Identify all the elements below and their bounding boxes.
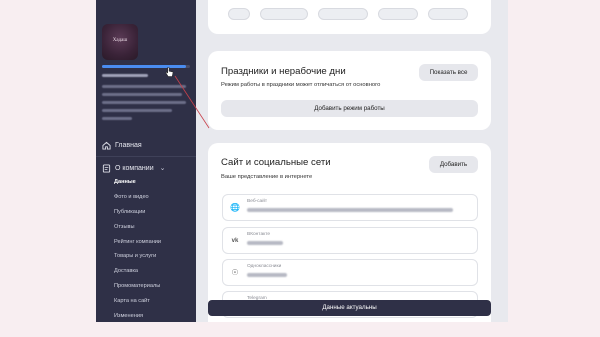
annotation-arrow	[174, 75, 210, 129]
